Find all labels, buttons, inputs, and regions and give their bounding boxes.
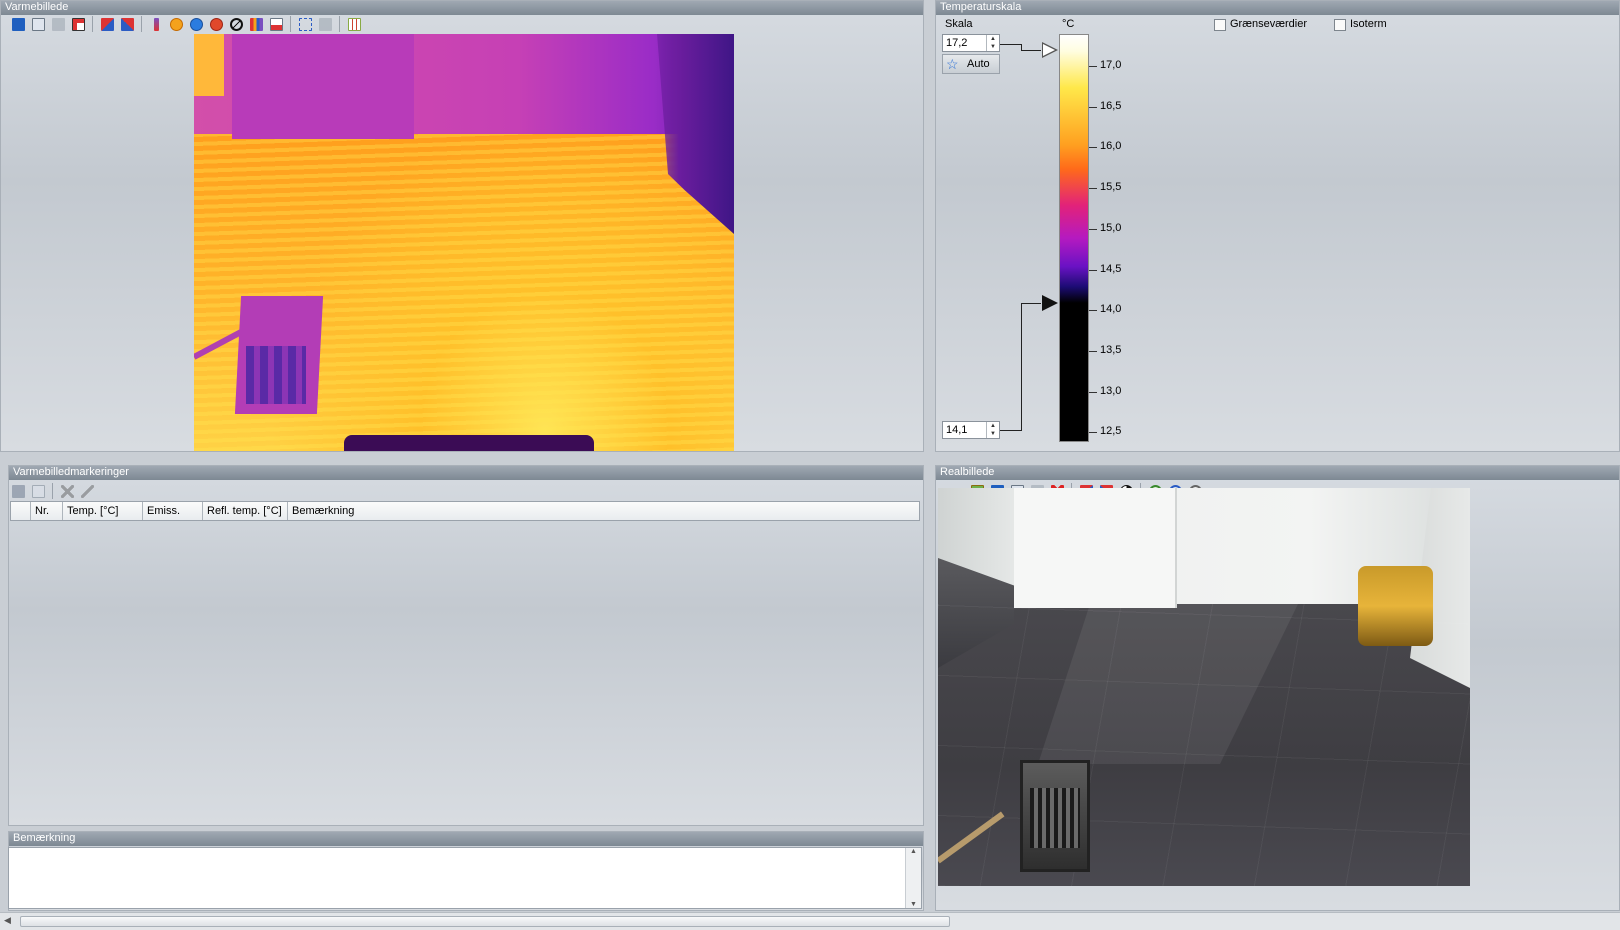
export-icon[interactable] [69, 15, 87, 33]
colorbar-tick-label: 15,0 [1100, 222, 1122, 234]
note-panel-title: Bemærkning [9, 832, 923, 846]
real-panel-title: Realbillede [936, 466, 1619, 480]
colorbar-tick-label: 13,5 [1100, 344, 1122, 356]
toolbar-separator [52, 483, 53, 499]
flip-icon[interactable] [118, 15, 136, 33]
save-icon[interactable] [9, 15, 27, 33]
toolbar-separator [141, 16, 142, 32]
toolbar-separator [290, 16, 291, 32]
column-header-emiss[interactable]: Emiss. [143, 502, 203, 520]
max-slider-handle-fill [1043, 44, 1055, 56]
colorbar-tick-label: 17,0 [1100, 59, 1122, 71]
colorbar-tick-label: 14,5 [1100, 263, 1122, 275]
colorbar-tick [1089, 66, 1097, 67]
colorbar-tick-label: 16,5 [1100, 100, 1122, 112]
colorbar-tick [1089, 432, 1097, 433]
limit-values-checkbox[interactable] [1214, 19, 1226, 31]
min-connector-line [1021, 303, 1022, 431]
colorbar-tick-label: 15,5 [1100, 181, 1122, 193]
photo-machine [1358, 566, 1433, 646]
column-header-temp[interactable]: Temp. [°C] [63, 502, 143, 520]
temperature-scale-panel: Temperaturskala [935, 0, 1620, 452]
limit-values-label: Grænseværdier [1230, 18, 1308, 30]
select-area-icon[interactable] [296, 15, 314, 33]
scroll-thumb[interactable] [20, 916, 950, 927]
colorbar-tick [1089, 188, 1097, 189]
photo-heater-grille [1030, 788, 1080, 848]
delete-marking-icon[interactable] [58, 482, 76, 500]
column-header-select[interactable] [11, 502, 31, 520]
column-header-note[interactable]: Bemærkning [288, 502, 919, 520]
max-connector-line [1000, 44, 1022, 45]
note-textarea[interactable]: ▲ ▼ [8, 847, 922, 909]
colorbar-tick [1089, 392, 1097, 393]
hot-spot-icon[interactable] [167, 15, 185, 33]
max-value-spinner[interactable]: 17,2 ▲ ▼ [942, 34, 1000, 52]
colorbar-tick-label: 16,0 [1100, 140, 1122, 152]
thermal-toolbar [9, 14, 363, 34]
isotherm-checkbox[interactable] [1334, 19, 1346, 31]
marker-icon[interactable] [207, 15, 225, 33]
cold-spot-icon[interactable] [187, 15, 205, 33]
thermal-bottom-object [344, 435, 594, 451]
profile-icon[interactable] [267, 15, 285, 33]
thermal-corner [194, 34, 224, 96]
column-header-refl-temp[interactable]: Refl. temp. [°C] [203, 502, 288, 520]
auto-button[interactable]: ☆ Auto [942, 54, 1000, 74]
photo-board [1014, 488, 1177, 608]
colorbar-tick [1089, 270, 1097, 271]
colorbar-tick [1089, 147, 1097, 148]
toolbar-separator [92, 16, 93, 32]
copy-icon[interactable] [29, 15, 47, 33]
toolbar-separator [339, 16, 340, 32]
horizontal-scrollbar[interactable]: ◀ [0, 912, 1620, 930]
min-slider-handle[interactable] [1042, 295, 1058, 311]
print-icon[interactable] [49, 15, 67, 33]
rotate-icon[interactable] [98, 15, 116, 33]
markings-table-header: Nr. Temp. [°C] Emiss. Refl. temp. [°C] B… [10, 501, 920, 521]
histogram-icon[interactable] [247, 15, 265, 33]
skala-label: Skala [945, 18, 973, 30]
colorbar-tick [1089, 310, 1097, 311]
real-image[interactable] [938, 488, 1470, 886]
thermal-heater-grille [246, 346, 306, 404]
colorbar-tick-label: 13,0 [1100, 385, 1122, 397]
spinner-arrows[interactable]: ▲ ▼ [986, 35, 999, 51]
clear-icon[interactable] [227, 15, 245, 33]
min-value-spinner[interactable]: 14,1 ▲ ▼ [942, 421, 1000, 439]
colorbar-tick [1089, 351, 1097, 352]
temperature-colorbar [1059, 34, 1089, 442]
delete-area-icon[interactable] [316, 15, 334, 33]
star-icon: ☆ [946, 56, 959, 72]
spinner-arrows[interactable]: ▲ ▼ [986, 422, 999, 438]
markings-toolbar [9, 481, 96, 501]
colorbar-tick-label: 14,0 [1100, 303, 1122, 315]
copy-icon[interactable] [29, 482, 47, 500]
max-value: 17,2 [946, 37, 968, 49]
colorbar-tick [1089, 229, 1097, 230]
edit-marking-icon[interactable] [78, 482, 96, 500]
markings-panel-title: Varmebilledmarkeringer [9, 466, 923, 480]
isotherm-label: Isoterm [1350, 18, 1387, 30]
scroll-left-icon[interactable]: ◀ [4, 915, 11, 926]
thermal-panel-title: Varmebillede [1, 1, 923, 15]
thermometer-icon[interactable] [147, 15, 165, 33]
column-header-nr[interactable]: Nr. [31, 502, 63, 520]
min-connector-line [1021, 303, 1041, 304]
colorbar-tick [1089, 107, 1097, 108]
grid-icon[interactable] [345, 15, 363, 33]
min-connector-line [1000, 430, 1022, 431]
auto-label: Auto [967, 58, 990, 70]
scale-panel-title: Temperaturskala [936, 1, 1619, 15]
max-connector-line [1021, 50, 1041, 51]
thermal-board [232, 34, 414, 139]
note-scrollbar[interactable]: ▲ ▼ [905, 848, 921, 908]
min-value: 14,1 [946, 424, 968, 436]
save-icon[interactable] [9, 482, 27, 500]
unit-label: °C [1062, 18, 1075, 30]
thermal-image[interactable] [194, 34, 734, 451]
colorbar-tick-label: 12,5 [1100, 425, 1122, 437]
